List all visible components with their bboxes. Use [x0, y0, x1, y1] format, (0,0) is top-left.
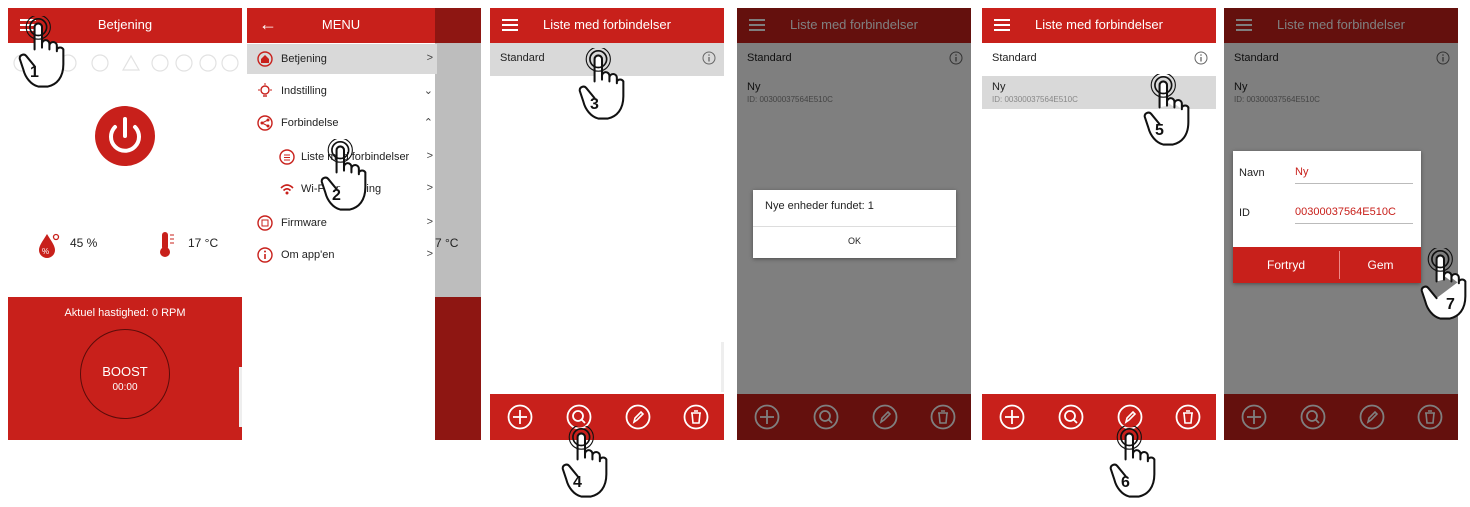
menu-item-forbindelse[interactable]: Forbindelse ⌃ — [247, 108, 437, 138]
step-number: 4 — [573, 474, 582, 491]
menu-label: Om app'en — [281, 249, 335, 261]
delete-icon[interactable] — [683, 404, 709, 430]
boost-panel: Aktuel hastighed: 0 RPM BOOST 00:00 — [8, 297, 242, 440]
menu-label: Betjening — [281, 53, 327, 65]
save-button[interactable]: Gem — [1340, 258, 1421, 272]
humidity-icon: % — [39, 233, 60, 258]
chevron-right-icon: > — [426, 52, 433, 64]
menu-item-betjening[interactable]: Betjening > — [247, 44, 437, 74]
chevron-right-icon: > — [426, 216, 433, 228]
name-field[interactable]: Ny — [1295, 166, 1413, 184]
share-icon — [257, 115, 273, 131]
hand-pointer-2: 2 — [318, 137, 370, 217]
delete-icon[interactable] — [1175, 404, 1201, 430]
screen-liste-3: Liste med forbindelser Standard Ny ID: 0… — [982, 8, 1216, 440]
bottom-toolbar — [982, 394, 1216, 440]
screen-liste-edit: Liste med forbindelser Standard Ny ID: 0… — [1224, 8, 1458, 440]
boost-button[interactable]: BOOST 00:00 — [80, 329, 170, 419]
wifi-icon — [280, 184, 294, 195]
step-number: 5 — [1155, 122, 1164, 139]
list-item-standard[interactable]: Standard — [982, 43, 1216, 76]
chip-icon — [257, 215, 273, 231]
chevron-right-icon: > — [426, 248, 433, 260]
add-icon[interactable] — [507, 404, 533, 430]
page-title: Liste med forbindelser — [1035, 17, 1163, 32]
hand-pointer-5: 5 — [1141, 72, 1193, 152]
id-label: ID — [1239, 207, 1250, 219]
top-app-bar: Liste med forbindelser — [982, 8, 1216, 43]
name-label: Navn — [1239, 167, 1265, 179]
step-number: 2 — [332, 187, 341, 204]
chevron-right-icon: > — [426, 182, 433, 194]
dialog-button-bar: Fortryd Gem — [1233, 247, 1421, 283]
top-app-bar: Liste med forbindelser — [490, 8, 724, 43]
list-item-name: Standard — [500, 52, 545, 64]
menu-drawer: ← MENU Betjening > Indstilling ⌄ Forbind… — [247, 8, 437, 440]
side-handle — [239, 367, 242, 427]
boost-time: 00:00 — [112, 382, 138, 393]
background-app: 7 °C — [435, 8, 481, 440]
scroll-handle — [721, 342, 724, 392]
hand-pointer-1: 1 — [16, 14, 68, 94]
list-item-name: Ny — [992, 81, 1006, 93]
info-icon[interactable] — [702, 51, 716, 65]
hand-pointer-6: 6 — [1107, 424, 1159, 504]
screen-menu: 7 °C ← MENU Betjening > Indstilling ⌄ Fo… — [247, 8, 481, 440]
id-field[interactable]: 00300037564E510C — [1295, 206, 1413, 224]
chevron-up-icon: ⌃ — [423, 117, 433, 129]
add-icon[interactable] — [999, 404, 1025, 430]
edit-icon[interactable] — [625, 404, 651, 430]
devices-found-dialog: Nye enheder fundet: 1 OK — [753, 190, 956, 258]
menu-label: Indstilling — [281, 85, 327, 97]
menu-item-om-appen[interactable]: Om app'en > — [247, 240, 437, 270]
page-title: Liste med forbindelser — [543, 17, 671, 32]
menu-label: Firmware — [281, 217, 327, 229]
peek-temperature: 7 °C — [435, 236, 459, 250]
speed-text: Aktuel hastighed: 0 RPM — [64, 307, 186, 319]
step-number: 3 — [590, 96, 599, 113]
humidity-value: 45 % — [70, 236, 98, 250]
boost-label: BOOST — [102, 364, 148, 379]
svg-text:%: % — [42, 247, 49, 256]
edit-connection-dialog: Navn Ny ID 00300037564E510C Fortryd Gem — [1233, 151, 1421, 283]
list-item-name: Standard — [992, 52, 1037, 64]
chevron-down-icon: ⌄ — [423, 85, 433, 97]
thermometer-icon — [160, 232, 174, 257]
menu-label: Forbindelse — [281, 117, 339, 129]
hand-pointer-7: 7 — [1418, 246, 1470, 326]
list-item-id: ID: 00300037564E510C — [992, 95, 1078, 104]
step-number: 6 — [1121, 474, 1130, 491]
step-number: 1 — [30, 64, 39, 81]
info-icon[interactable] — [1194, 51, 1208, 65]
search-icon[interactable] — [1058, 404, 1084, 430]
chevron-right-icon: > — [426, 150, 433, 162]
temperature-value: 17 °C — [188, 236, 219, 250]
hand-pointer-4: 4 — [559, 424, 611, 504]
hand-pointer-3: 3 — [576, 46, 628, 126]
step-number: 7 — [1446, 296, 1455, 313]
ok-button[interactable]: OK — [753, 236, 956, 246]
menu-header: ← MENU — [247, 8, 435, 43]
menu-item-indstilling[interactable]: Indstilling ⌄ — [247, 76, 437, 106]
cancel-button[interactable]: Fortryd — [1233, 258, 1339, 272]
info-icon — [257, 247, 273, 263]
screen-liste-2-dialog: Liste med forbindelser Standard Ny ID: 0… — [737, 8, 971, 440]
lightbulb-icon — [258, 83, 272, 97]
dialog-message: Nye enheder fundet: 1 — [765, 200, 874, 212]
home-icon — [257, 51, 273, 67]
power-button-icon[interactable] — [94, 105, 156, 167]
list-icon — [279, 149, 295, 165]
menu-title: MENU — [321, 17, 361, 32]
